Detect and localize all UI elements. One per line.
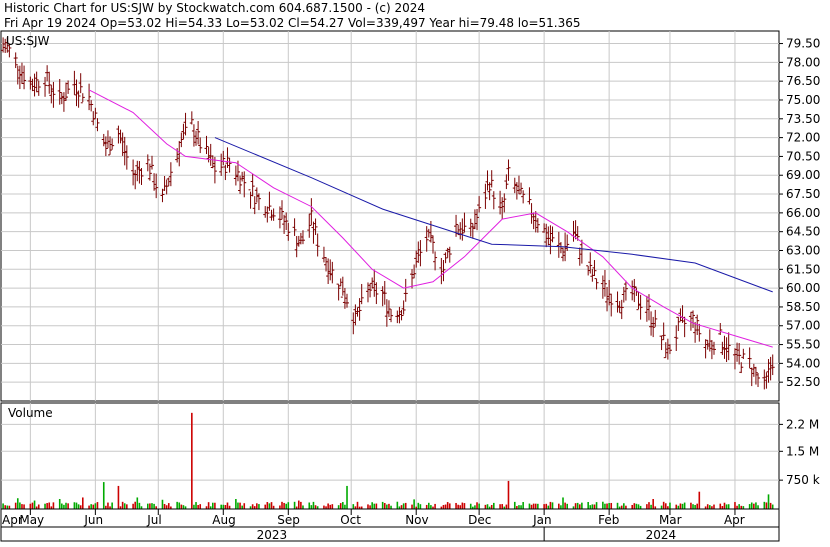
volume-tick-label: 2.2 M — [786, 417, 819, 431]
price-tick-label: 69.00 — [786, 168, 820, 182]
price-panel — [0, 30, 780, 402]
price-tick-label: 72.00 — [786, 131, 820, 145]
price-tick-label: 66.00 — [786, 206, 820, 220]
price-tick-label: 76.50 — [786, 74, 820, 88]
price-tick-label: 70.50 — [786, 149, 820, 163]
volume-y-axis: 2.2 M 1.5 M 750 k — [779, 417, 820, 487]
price-tick-label: 55.50 — [786, 338, 820, 352]
price-tick-label: 79.50 — [786, 37, 820, 51]
month-label: Jun — [83, 513, 103, 527]
volume-label: Volume — [8, 406, 53, 420]
price-tick-label: 54.00 — [786, 356, 820, 370]
series-label: US:SJW — [6, 34, 50, 48]
price-tick-label: 61.50 — [786, 262, 820, 276]
price-tick-label: 78.00 — [786, 55, 820, 69]
month-label: Jan — [532, 513, 552, 527]
stock-chart: Historic Chart for US:SJW by Stockwatch.… — [0, 1, 820, 542]
month-label: Oct — [340, 513, 361, 527]
price-y-axis: 79.50 78.00 76.50 75.00 73.50 72.00 70.50 69.00… — [779, 37, 820, 389]
month-label: Nov — [405, 513, 428, 527]
month-label: Jul — [146, 513, 161, 527]
header-quote: Fri Apr 19 2024 Op=53.02 Hi=54.33 Lo=53.… — [4, 16, 581, 30]
month-label: Apr — [724, 513, 745, 527]
month-label: Sep — [277, 513, 300, 527]
year-label-2024: 2024 — [646, 528, 677, 542]
price-tick-label: 64.50 — [786, 225, 820, 239]
price-tick-label: 73.50 — [786, 112, 820, 126]
month-label: May — [19, 513, 44, 527]
month-label: Dec — [468, 513, 491, 527]
price-tick-label: 63.00 — [786, 243, 820, 257]
chart-stage: Historic Chart for US:SJW by Stockwatch.… — [0, 0, 830, 543]
price-tick-label: 75.00 — [786, 93, 820, 107]
time-axis: AprMay Jun Jul Aug Sep Oct Nov Dec Jan Feb Mar Apr2… — [0, 508, 780, 542]
volume-tick-label: 1.5 M — [786, 444, 819, 458]
month-label: Feb — [598, 513, 619, 527]
month-label: Aug — [212, 513, 235, 527]
price-tick-label: 52.50 — [786, 375, 820, 389]
price-tick-label: 57.00 — [786, 319, 820, 333]
year-label-2023: 2023 — [257, 528, 288, 542]
volume-tick-label: 750 k — [786, 473, 820, 487]
price-tick-label: 60.00 — [786, 281, 820, 295]
price-tick-label: 58.50 — [786, 300, 820, 314]
month-label: Mar — [659, 513, 682, 527]
header-title: Historic Chart for US:SJW by Stockwatch.… — [4, 1, 425, 15]
price-tick-label: 67.50 — [786, 187, 820, 201]
